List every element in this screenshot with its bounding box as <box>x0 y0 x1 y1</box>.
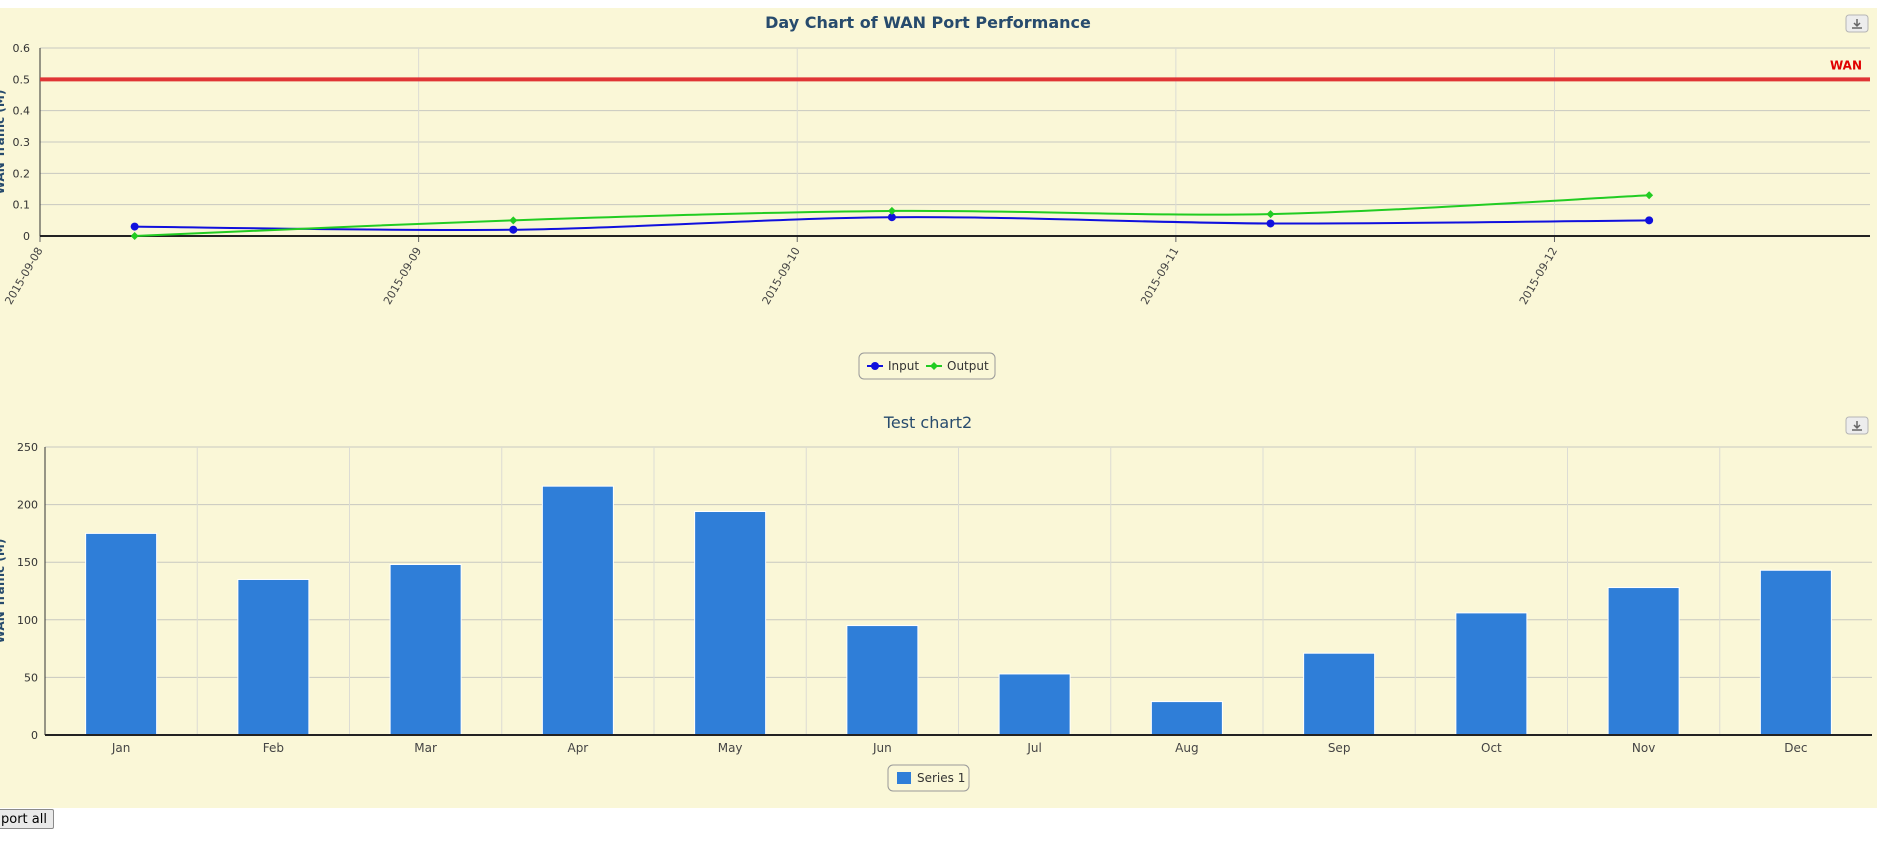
y-tick-label: 50 <box>24 671 38 684</box>
bar-jul[interactable] <box>998 673 1071 736</box>
legend-label: Input <box>888 359 919 373</box>
bar-jan[interactable] <box>85 532 158 736</box>
data-point-input[interactable] <box>1645 216 1654 225</box>
chart-title: Day Chart of WAN Port Performance <box>765 13 1091 32</box>
y-tick-label: 0 <box>31 729 38 742</box>
legend-marker <box>871 362 879 370</box>
legend-swatch <box>897 772 911 784</box>
bar-may[interactable] <box>694 511 767 736</box>
x-tick-label: Jul <box>1026 741 1041 755</box>
bar-feb[interactable] <box>237 578 310 736</box>
legend-label: Series 1 <box>917 771 965 785</box>
bar-mar[interactable] <box>389 564 462 736</box>
y-tick-label: 100 <box>17 614 38 627</box>
x-tick-label: 2015-09-09 <box>381 245 424 307</box>
data-point-output[interactable] <box>1266 210 1275 219</box>
data-point-input[interactable] <box>130 222 139 231</box>
y-tick-label: 250 <box>17 441 38 454</box>
legend-item-series-1[interactable]: Series 1 <box>897 771 965 785</box>
data-point-output[interactable] <box>130 232 139 240</box>
bar-sep[interactable] <box>1303 652 1376 736</box>
y-tick-label: 0 <box>23 230 30 243</box>
x-tick-label: 2015-09-11 <box>1138 245 1181 307</box>
export-button-chart1[interactable] <box>1845 14 1869 33</box>
chart-title: Test chart2 <box>883 413 972 432</box>
x-tick-label: Dec <box>1784 741 1807 755</box>
bar-nov[interactable] <box>1607 587 1680 736</box>
y-tick-label: 0.6 <box>13 42 31 55</box>
x-tick-label: Sep <box>1328 741 1351 755</box>
bar-aug[interactable] <box>1150 701 1223 736</box>
y-tick-label: 0.2 <box>13 167 31 180</box>
x-tick-label: Nov <box>1632 741 1655 755</box>
y-tick-label: 0.5 <box>13 73 31 86</box>
test-chart2: Test chart2 0 50 100 150 200 250 Jan Feb Mar Apr Ma… <box>0 413 1872 792</box>
y-axis-title: WAN Traffic (M) <box>0 539 7 644</box>
bar-jun[interactable] <box>846 625 919 736</box>
export-button-chart2[interactable] <box>1845 416 1869 435</box>
x-tick-label: 2015-09-08 <box>2 245 45 307</box>
legend-label: Output <box>947 359 989 373</box>
x-tick-label: Jan <box>111 741 131 755</box>
data-point-output[interactable] <box>509 216 518 225</box>
x-tick-label: Mar <box>414 741 437 755</box>
data-point-output[interactable] <box>887 206 896 215</box>
data-point-input[interactable] <box>509 225 518 234</box>
export-all-button[interactable]: port all <box>0 809 54 829</box>
bar-oct[interactable] <box>1455 612 1528 736</box>
y-tick-label: 0.4 <box>13 105 31 118</box>
x-tick-label: 2015-09-12 <box>1517 245 1560 307</box>
x-tick-label: 2015-09-10 <box>760 245 803 307</box>
y-tick-label: 200 <box>17 499 38 512</box>
x-tick-label: May <box>718 741 743 755</box>
y-axis-title: WAN Traffic (M) <box>0 90 7 195</box>
wan-limit-label: WAN <box>1830 58 1862 72</box>
x-tick-label: Feb <box>263 741 284 755</box>
bar-apr[interactable] <box>541 485 614 736</box>
y-tick-label: 0.3 <box>13 136 31 149</box>
data-point-input[interactable] <box>1266 219 1275 228</box>
y-tick-label: 0.1 <box>13 199 31 212</box>
x-tick-label: Oct <box>1481 741 1502 755</box>
wan-performance-chart: Day Chart of WAN Port Performance 0 0.1 0.2… <box>0 13 1870 380</box>
data-point-output[interactable] <box>1645 191 1654 200</box>
bar-dec[interactable] <box>1759 569 1832 736</box>
x-tick-label: Apr <box>567 741 588 755</box>
x-tick-label: Jun <box>872 741 892 755</box>
x-tick-label: Aug <box>1175 741 1198 755</box>
y-tick-label: 150 <box>17 556 38 569</box>
